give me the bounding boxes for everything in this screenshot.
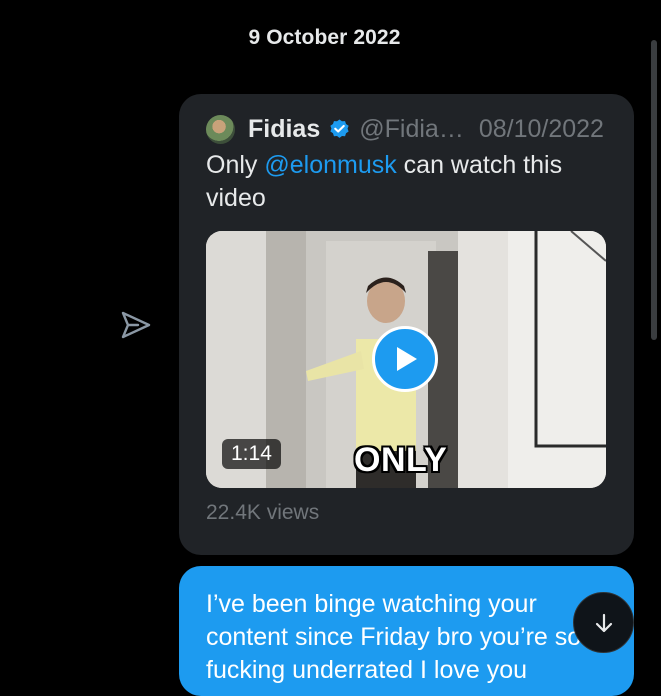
author-name[interactable]: Fidias — [248, 115, 320, 144]
message-text: I’ve been binge watching your content si… — [206, 590, 582, 684]
tweet-text-prefix: Only — [206, 151, 265, 179]
message-bubble[interactable]: I’ve been binge watching your content si… — [179, 566, 634, 696]
author-handle[interactable]: @Fidia… — [359, 115, 464, 144]
play-icon — [397, 347, 417, 371]
tweet-header: Fidias @Fidia… 08/10/2022 — [206, 113, 612, 145]
video-duration: 1:14 — [222, 439, 281, 469]
share-button[interactable] — [118, 307, 154, 343]
verified-badge-icon — [330, 118, 349, 138]
play-button[interactable] — [372, 326, 438, 392]
quoted-tweet-card[interactable]: Fidias @Fidia… 08/10/2022 Only @elonmusk… — [179, 94, 634, 555]
date-separator: 9 October 2022 — [0, 26, 661, 50]
avatar[interactable] — [206, 114, 235, 144]
mention-link[interactable]: @elonmusk — [264, 151, 396, 179]
arrow-down-icon — [595, 613, 613, 633]
tweet-date: 08/10/2022 — [478, 114, 604, 143]
scroll-to-bottom-button[interactable] — [573, 592, 634, 653]
send-icon — [121, 311, 151, 339]
video-caption: ONLY — [354, 441, 448, 479]
tweet-text: Only @elonmusk can watch this video — [206, 149, 606, 215]
view-count: 22.4K views — [206, 501, 320, 524]
date-separator-text: 9 October 2022 — [248, 26, 401, 49]
scrollbar-thumb[interactable] — [651, 40, 657, 340]
video-player[interactable]: 1:14 ONLY — [206, 231, 606, 488]
